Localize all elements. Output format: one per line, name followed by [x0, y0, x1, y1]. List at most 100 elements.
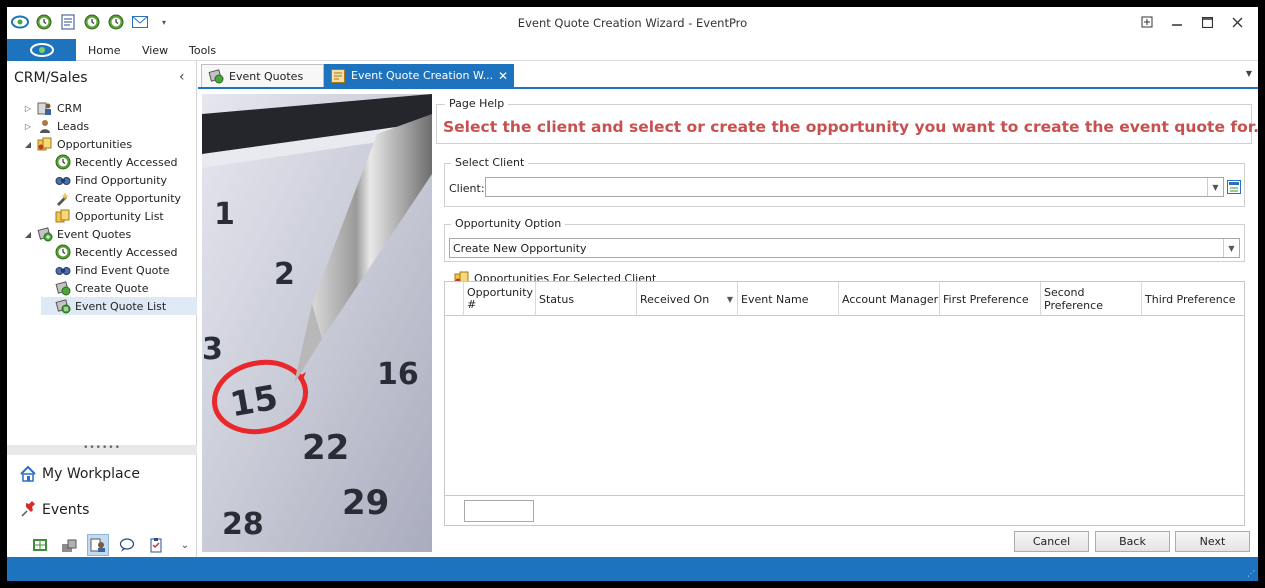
nav-item-event-quote-list[interactable]: Event Quote List: [41, 297, 197, 315]
client-combo[interactable]: ▼: [485, 177, 1224, 197]
tab-label: Event Quote Creation W...: [351, 69, 494, 82]
back-button[interactable]: Back: [1095, 531, 1170, 552]
chevron-down-icon[interactable]: ▼: [1207, 178, 1223, 196]
person-icon: [37, 118, 53, 134]
tab-list-dropdown-icon[interactable]: ▼: [1246, 69, 1252, 78]
window-title: Event Quote Creation Wizard - EventPro: [517, 16, 748, 30]
wizard-icon: [330, 68, 346, 84]
nav-item-label: Create Quote: [75, 281, 149, 295]
nav-item-label: Event Quote List: [75, 299, 167, 313]
calendar-number: 3: [202, 332, 223, 367]
chevron-down-icon[interactable]: ▼: [1223, 239, 1239, 257]
nav-item-label: Opportunities: [57, 137, 133, 151]
tab-event-quote-creation-wizard[interactable]: Event Quote Creation W... ✕: [324, 64, 514, 87]
restore-layout-icon[interactable]: [1132, 11, 1162, 33]
crm-icon: [37, 100, 53, 116]
clock-icon: [55, 244, 71, 260]
calendar-number: 29: [342, 483, 389, 523]
workplace-button-label: Events: [42, 502, 90, 518]
opportunity-option-select[interactable]: Create New Opportunity ▼: [449, 238, 1240, 258]
column-header-first-preference[interactable]: First Preference: [940, 282, 1041, 316]
cancel-button[interactable]: Cancel: [1014, 531, 1089, 552]
calendar-number: 1: [214, 197, 235, 232]
nav-item-event-quotes[interactable]: ◢ Event Quotes: [23, 225, 131, 243]
column-header-label: Received On: [640, 292, 710, 306]
nav-splitter[interactable]: ••••••: [7, 444, 197, 455]
opportunities-grid[interactable]: Opportunity # Status Received On ▼ Event…: [444, 281, 1245, 526]
nav-item-label: CRM: [57, 101, 82, 115]
spreadsheet-icon[interactable]: [29, 534, 51, 556]
event-quotes-icon: [208, 68, 224, 84]
clipboard-icon[interactable]: [145, 534, 167, 556]
nav-item-crm[interactable]: ▷ CRM: [23, 99, 82, 117]
title-bar: ▾ Event Quote Creation Wizard - EventPro: [7, 7, 1258, 39]
page-help-label: Page Help: [445, 97, 509, 110]
ribbon-tab-home[interactable]: Home: [88, 44, 120, 57]
calendar-photo: 1 2 3 15 16 22 29 28: [202, 94, 432, 552]
navigation-pane: CRM/Sales ‹ ▷ CRM ▷ Leads ◢ Opportunitie…: [7, 61, 197, 557]
nav-item-opportunity-list[interactable]: Opportunity List: [41, 207, 164, 225]
opportunity-option-group: Opportunity Option Create New Opportunit…: [444, 217, 1245, 262]
column-header-event-name[interactable]: Event Name: [738, 282, 839, 316]
resize-grip-icon[interactable]: ⋰: [1247, 569, 1255, 578]
chevron-down-icon[interactable]: ⌄: [174, 534, 196, 556]
collapse-pane-icon[interactable]: ‹: [179, 69, 185, 85]
client-lookup-icon[interactable]: [1225, 178, 1243, 196]
workplace-button-my-workplace[interactable]: My Workplace: [19, 465, 140, 483]
grid-footer-summary-box: [464, 500, 534, 522]
app-window: ▾ Event Quote Creation Wizard - EventPro…: [7, 7, 1258, 581]
opportunity-list-icon: [55, 208, 71, 224]
close-tab-icon[interactable]: ✕: [498, 69, 508, 83]
column-header-status[interactable]: Status: [536, 282, 637, 316]
nav-item-find-event-quote[interactable]: Find Event Quote: [41, 261, 169, 279]
nav-item-label: Recently Accessed: [75, 245, 178, 259]
maximize-icon[interactable]: [1192, 11, 1222, 33]
application-menu-button[interactable]: [7, 39, 76, 61]
minimize-icon[interactable]: [1162, 11, 1192, 33]
next-button[interactable]: Next: [1175, 531, 1250, 552]
select-client-group: Select Client Client: ▼: [444, 156, 1245, 207]
crm-sales-icon[interactable]: [87, 534, 109, 556]
window-controls: [1132, 11, 1252, 33]
expand-arrow-icon[interactable]: ▷: [23, 104, 33, 113]
collapse-arrow-icon[interactable]: ◢: [23, 230, 33, 239]
nav-item-label: Leads: [57, 119, 90, 133]
column-header-received-on[interactable]: Received On ▼: [637, 282, 738, 316]
nav-item-label: Opportunity List: [75, 209, 164, 223]
nav-item-label: Event Quotes: [57, 227, 132, 241]
column-header-third-preference[interactable]: Third Preference: [1142, 282, 1244, 316]
collapse-arrow-icon[interactable]: ◢: [23, 140, 33, 149]
pushpin-icon: [19, 501, 37, 519]
opportunity-option-label: Opportunity Option: [451, 217, 566, 230]
nav-item-leads[interactable]: ▷ Leads: [23, 117, 89, 135]
nav-item-event-quotes-recently-accessed[interactable]: Recently Accessed: [41, 243, 178, 261]
sort-descending-icon: ▼: [726, 294, 733, 304]
select-client-label: Select Client: [451, 156, 529, 169]
close-icon[interactable]: [1222, 11, 1252, 33]
wizard-content: Page Help Select the client and select o…: [436, 94, 1258, 552]
grid-footer: [445, 495, 1244, 525]
speech-bubble-icon[interactable]: [116, 534, 138, 556]
ribbon-tab-tools[interactable]: Tools: [189, 44, 216, 57]
expand-arrow-icon[interactable]: ▷: [23, 122, 33, 131]
nav-item-create-quote[interactable]: Create Quote: [41, 279, 149, 297]
column-header-account-manager[interactable]: Account Manager: [839, 282, 940, 316]
nav-item-find-opportunity[interactable]: Find Opportunity: [41, 171, 167, 189]
event-quote-list-icon: [55, 298, 71, 314]
status-bar: ⋰: [7, 557, 1258, 581]
house-icon: [19, 465, 37, 483]
column-header-opportunity-number[interactable]: Opportunity #: [464, 282, 536, 316]
event-quotes-icon: [37, 226, 53, 242]
nav-item-opportunities-recently-accessed[interactable]: Recently Accessed: [41, 153, 178, 171]
supplies-icon[interactable]: [58, 534, 80, 556]
nav-item-opportunities[interactable]: ◢ Opportunities: [23, 135, 132, 153]
workplace-button-label: My Workplace: [42, 466, 140, 482]
nav-header: CRM/Sales: [14, 70, 88, 86]
ribbon-tab-view[interactable]: View: [142, 44, 168, 57]
grid-header: Opportunity # Status Received On ▼ Event…: [445, 282, 1244, 316]
calendar-number: 16: [377, 357, 419, 392]
workplace-button-events[interactable]: Events: [19, 501, 89, 519]
tab-event-quotes[interactable]: Event Quotes: [201, 64, 324, 87]
column-header-second-preference[interactable]: Second Preference: [1041, 282, 1142, 316]
nav-item-create-opportunity[interactable]: Create Opportunity: [41, 189, 181, 207]
